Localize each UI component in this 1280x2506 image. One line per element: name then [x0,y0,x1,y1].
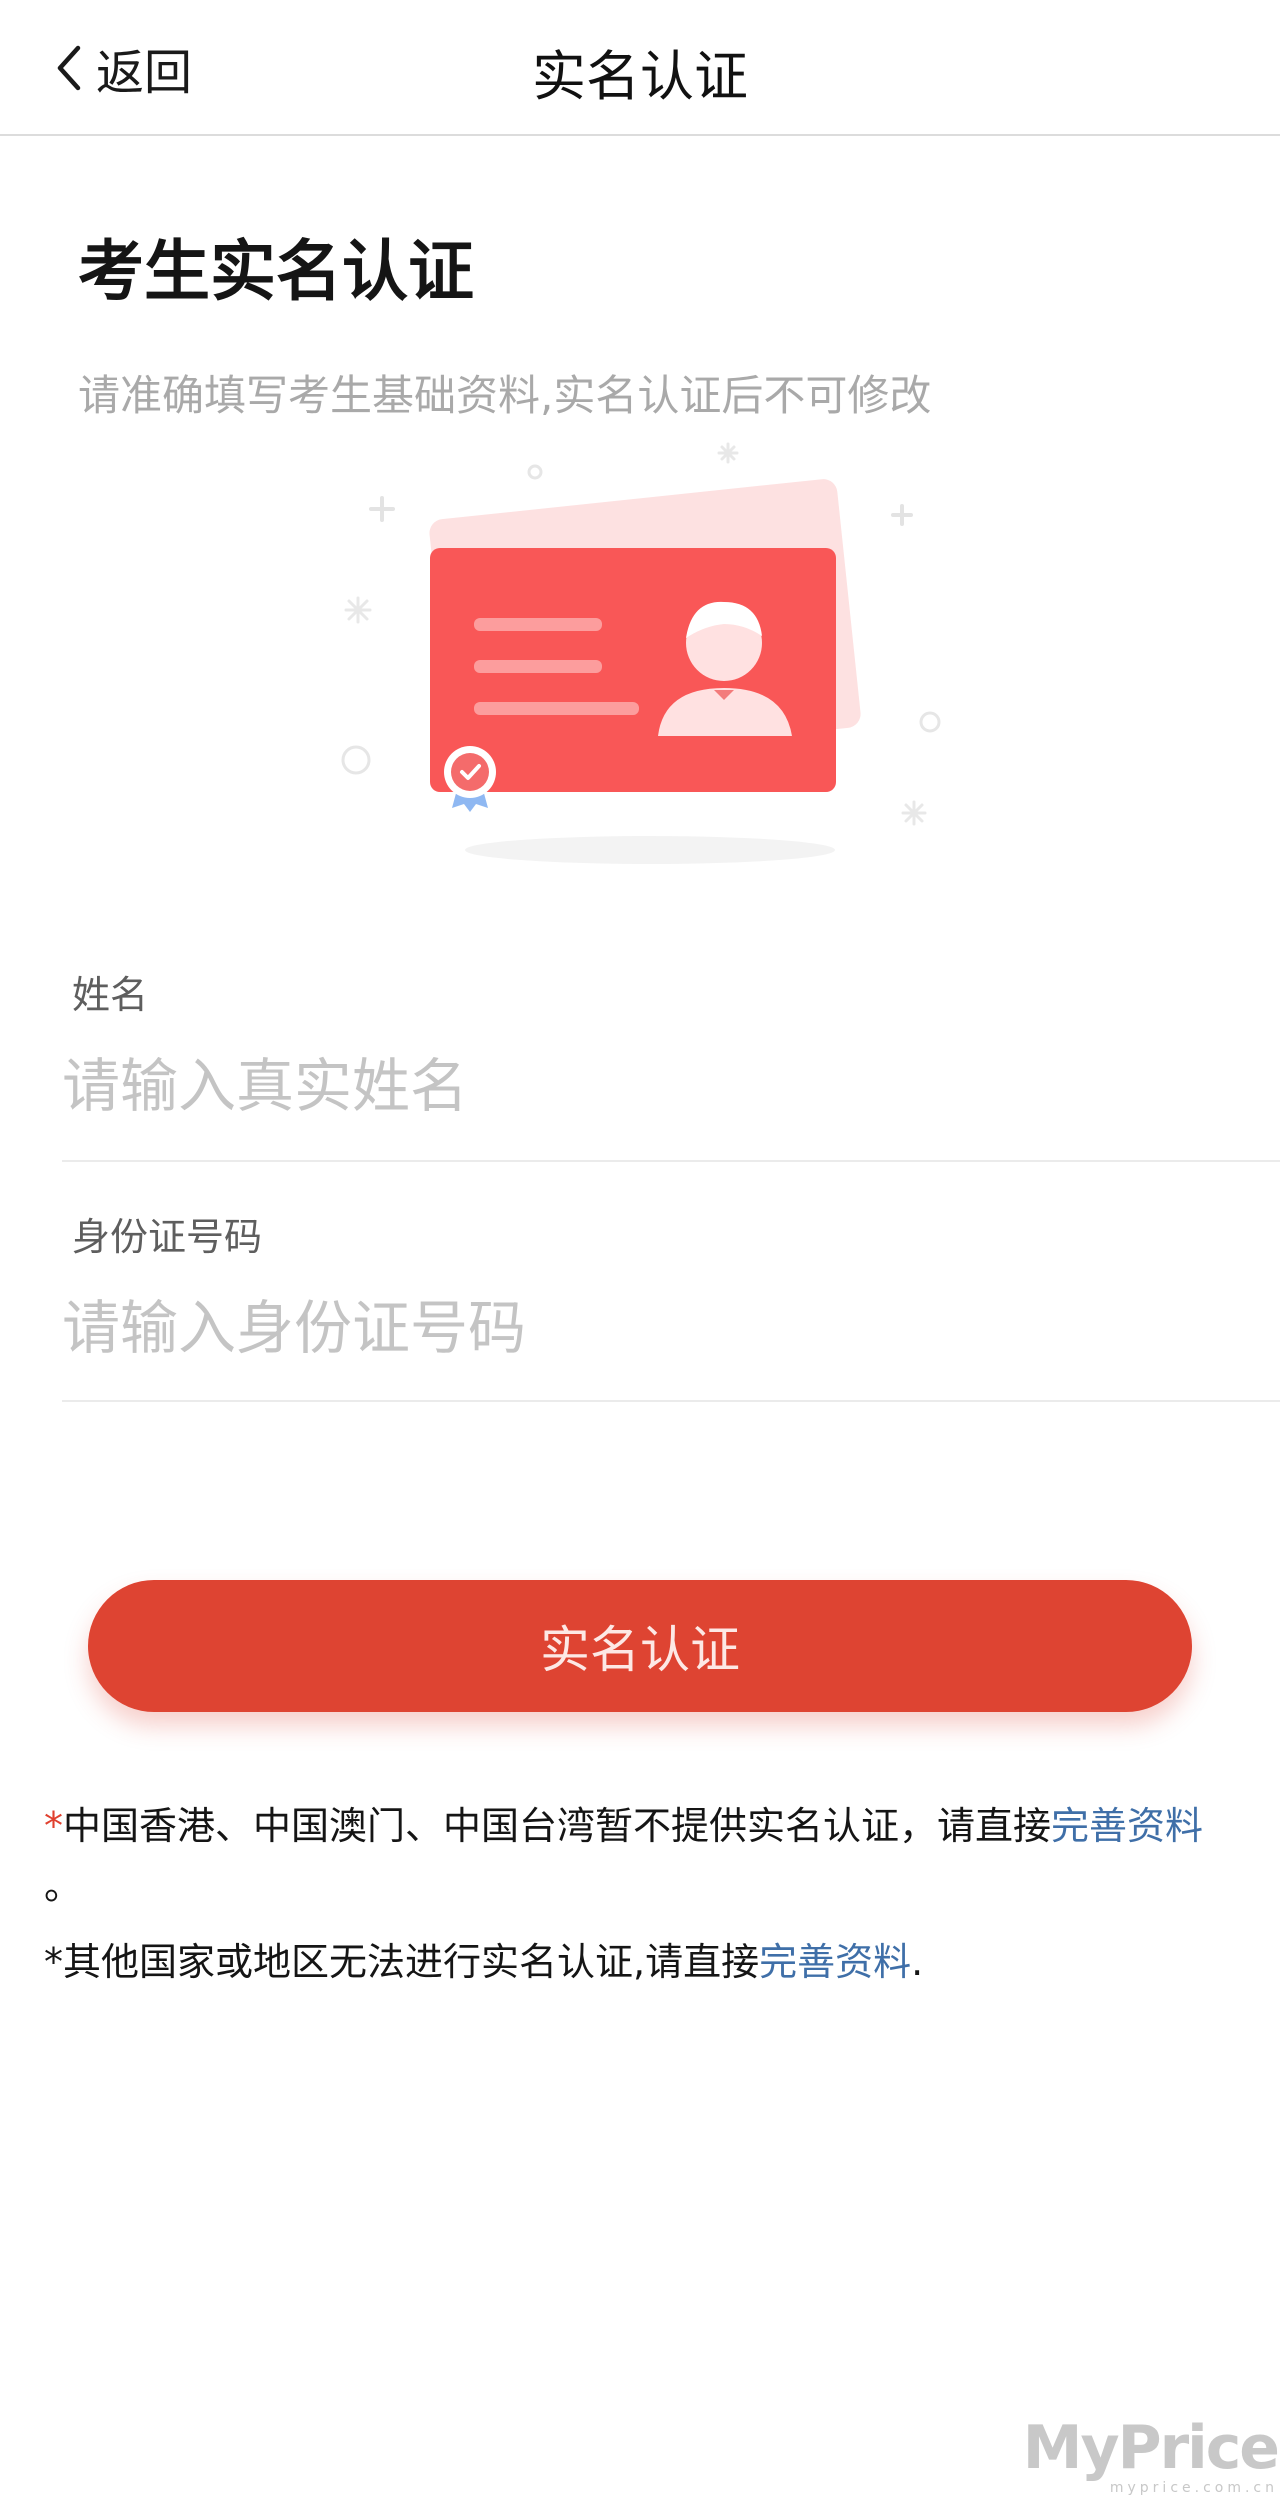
name-field: 姓名 [62,950,1280,1162]
note-star: * [44,1804,63,1848]
complete-profile-link[interactable]: 完善资料 [1051,1804,1203,1848]
name-label: 姓名 [72,973,149,1017]
id-card-illustration [341,442,941,864]
page-subheading: 请准确填写考生基础资料,实名认证后不可修改 [78,371,932,420]
note-other-regions: *其他国家或地区无法进行实名认证,请直接完善资料. [44,1932,1234,1992]
note1-text: 中国香港、中国澳门、中国台湾暂不提供实名认证，请直接 [63,1804,1052,1848]
notes: *中国香港、中国澳门、中国台湾暂不提供实名认证，请直接完善资料 。 *其他国家或… [44,1796,1234,2008]
id-number-label: 身份证号码 [72,1215,263,1259]
watermark-logo: MyPrice [1022,2413,1280,2483]
nav-bar: 返回 实名认证 [0,0,1280,136]
note-hk-macau-taiwan: *中国香港、中国澳门、中国台湾暂不提供实名认证，请直接完善资料 。 [44,1796,1234,1916]
page: 返回 实名认证 考生实名认证 请准确填写考生基础资料,实名认证后不可修改 姓名 … [0,0,1280,2506]
note2-text: *其他国家或地区无法进行实名认证,请直接 [44,1940,760,1984]
name-input[interactable] [62,1038,1212,1134]
complete-profile-link-2[interactable]: 完善资料 [759,1940,911,1984]
id-number-field: 身份证号码 [62,1192,1280,1402]
verify-button[interactable]: 实名认证 [88,1580,1192,1712]
note1-end: 。 [44,1864,83,1908]
note2-end: . [911,1940,924,1984]
nav-title: 实名认证 [532,45,748,108]
id-number-input[interactable] [62,1280,1212,1376]
page-heading: 考生实名认证 [78,233,474,310]
watermark: MyPrice myprice.com.cn [1022,2413,1280,2496]
